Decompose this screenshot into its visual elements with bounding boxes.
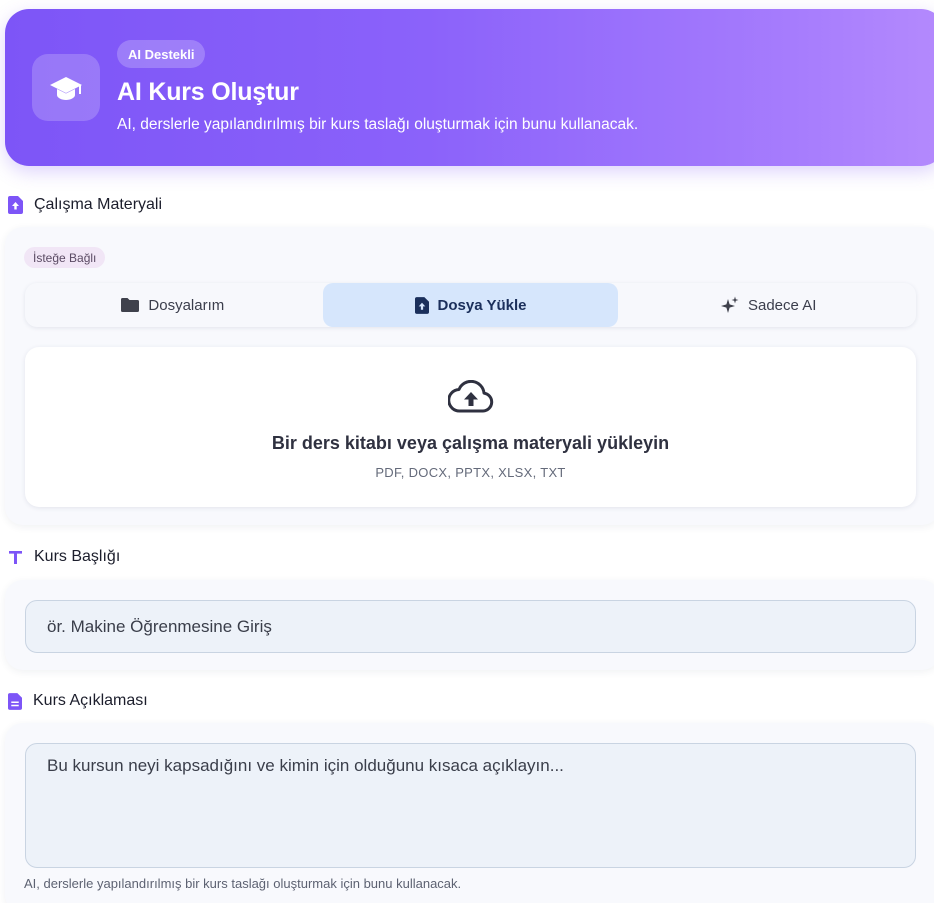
upload-title: Bir ders kitabı veya çalışma materyali y… — [271, 433, 670, 453]
section-label-text: Çalışma Materyali — [34, 196, 163, 213]
cloud-upload-icon — [448, 380, 494, 413]
text-icon — [9, 550, 22, 564]
tab-upload-file[interactable]: Dosya Yükle — [322, 283, 619, 327]
section-label-course-title: Kurs Başlığı — [8, 548, 120, 566]
course-title-input[interactable]: ör. Makine Öğrenmesine Giriş — [25, 600, 916, 653]
graduation-cap-icon — [32, 54, 100, 121]
file-drop-zone[interactable]: Bir ders kitabı veya çalışma materyali y… — [25, 347, 916, 507]
course-create-page: AI Destekli AI Kurs Oluştur AI, derslerl… — [0, 0, 934, 903]
course-title-placeholder: ör. Makine Öğrenmesine Giriş — [47, 616, 272, 636]
ai-powered-badge: AI Destekli — [117, 40, 206, 68]
tab-my-files[interactable]: Dosyalarım — [25, 283, 321, 327]
header-banner: AI Destekli AI Kurs Oluştur AI, derslerl… — [5, 9, 934, 166]
section-label-material: Çalışma Materyali — [8, 196, 162, 214]
course-description-textarea[interactable]: Bu kursun neyi kapsadığını ve kimin için… — [25, 743, 916, 868]
course-description-placeholder: Bu kursun neyi kapsadığını ve kimin için… — [47, 756, 564, 775]
section-label-text: Kurs Açıklaması — [33, 692, 148, 709]
page-subtitle: AI, derslerle yapılandırılmış bir kurs t… — [117, 116, 639, 133]
folder-icon — [121, 298, 140, 312]
document-icon — [8, 692, 22, 710]
page-title: AI Kurs Oluştur — [117, 78, 299, 106]
upload-formats: PDF, DOCX, PPTX, XLSX, TXT — [375, 465, 566, 480]
file-upload-icon — [414, 296, 429, 314]
tab-label: Dosyalarım — [148, 296, 225, 314]
section-label-course-description: Kurs Açıklaması — [8, 692, 148, 710]
tab-label: Sadece AI — [747, 296, 817, 314]
optional-badge: İsteğe Bağlı — [24, 247, 106, 268]
file-upload-icon — [8, 196, 23, 214]
course-title-card: ör. Makine Öğrenmesine Giriş — [5, 580, 934, 670]
material-card: İsteğe Bağlı Dosyalarım Dosya Yükle Sade… — [5, 227, 934, 525]
material-source-tabs: Dosyalarım Dosya Yükle Sadece AI — [25, 283, 916, 327]
sparkle-icon — [720, 296, 739, 313]
section-label-text: Kurs Başlığı — [34, 548, 121, 565]
tab-label: Dosya Yükle — [437, 296, 527, 314]
description-help-text: AI, derslerle yapılandırılmış bir kurs t… — [24, 876, 462, 891]
tab-ai-only[interactable]: Sadece AI — [620, 283, 916, 327]
